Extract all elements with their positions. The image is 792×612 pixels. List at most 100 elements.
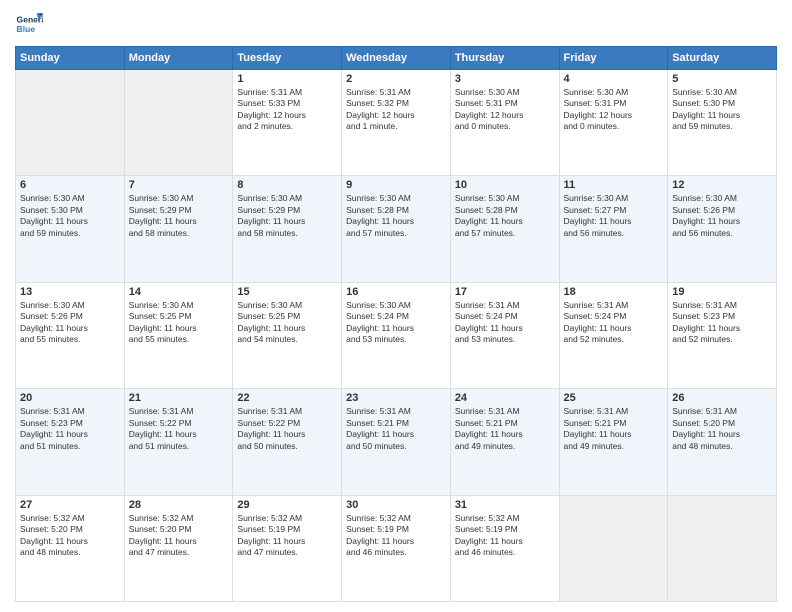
day-number: 18 <box>564 286 664 298</box>
day-number: 28 <box>129 499 229 511</box>
day-number: 7 <box>129 179 229 191</box>
day-number: 27 <box>20 499 120 511</box>
day-number: 1 <box>237 73 337 85</box>
calendar-cell: 23 Sunrise: 5:31 AM Sunset: 5:21 PM Dayli… <box>342 389 451 495</box>
calendar-cell: 22 Sunrise: 5:31 AM Sunset: 5:22 PM Dayli… <box>233 389 342 495</box>
calendar-cell: 9Sunrise: 5:30 AM Sunset: 5:28 PM Daylig… <box>342 176 451 282</box>
calendar-week-row: 6 Sunrise: 5:30 AM Sunset: 5:30 PM Daylig… <box>16 176 777 282</box>
day-number: 8 <box>237 179 337 191</box>
calendar-cell: 19 Sunrise: 5:31 AM Sunset: 5:23 PM Dayli… <box>668 282 777 388</box>
weekday-header-monday: Monday <box>124 47 233 70</box>
day-number: 6 <box>20 179 120 191</box>
cell-details: Sunrise: 5:31 AM Sunset: 5:33 PM Dayligh… <box>237 87 337 133</box>
calendar-cell: 4 Sunrise: 5:30 AM Sunset: 5:31 PM Daylig… <box>559 70 668 176</box>
cell-details: Sunrise: 5:30 AM Sunset: 5:25 PM Dayligh… <box>129 300 229 346</box>
calendar-cell: 24 Sunrise: 5:31 AM Sunset: 5:21 PM Dayli… <box>450 389 559 495</box>
cell-details: Sunrise: 5:30 AM Sunset: 5:26 PM Dayligh… <box>20 300 120 346</box>
calendar-cell <box>668 495 777 601</box>
cell-details: Sunrise: 5:32 AM Sunset: 5:20 PM Dayligh… <box>129 513 229 559</box>
day-number: 12 <box>672 179 772 191</box>
cell-details: Sunrise: 5:30 AM Sunset: 5:26 PM Dayligh… <box>672 193 772 239</box>
calendar-cell: 11Sunrise: 5:30 AM Sunset: 5:27 PM Dayli… <box>559 176 668 282</box>
cell-details: Sunrise: 5:30 AM Sunset: 5:25 PM Dayligh… <box>237 300 337 346</box>
weekday-header-tuesday: Tuesday <box>233 47 342 70</box>
cell-details: Sunrise: 5:31 AM Sunset: 5:32 PM Dayligh… <box>346 87 446 133</box>
day-number: 22 <box>237 392 337 404</box>
cell-details: Sunrise: 5:30 AM Sunset: 5:31 PM Dayligh… <box>564 87 664 133</box>
calendar-cell: 17 Sunrise: 5:31 AM Sunset: 5:24 PM Dayli… <box>450 282 559 388</box>
cell-details: Sunrise: 5:31 AM Sunset: 5:24 PM Dayligh… <box>455 300 555 346</box>
calendar-cell: 16 Sunrise: 5:30 AM Sunset: 5:24 PM Dayli… <box>342 282 451 388</box>
calendar-cell: 31 Sunrise: 5:32 AM Sunset: 5:19 PM Dayli… <box>450 495 559 601</box>
calendar-week-row: 27 Sunrise: 5:32 AM Sunset: 5:20 PM Dayli… <box>16 495 777 601</box>
weekday-header-row: SundayMondayTuesdayWednesdayThursdayFrid… <box>16 47 777 70</box>
cell-details: Sunrise: 5:32 AM Sunset: 5:19 PM Dayligh… <box>237 513 337 559</box>
day-number: 9 <box>346 179 446 191</box>
logo: General Blue <box>15 10 47 38</box>
calendar-cell: 6 Sunrise: 5:30 AM Sunset: 5:30 PM Daylig… <box>16 176 125 282</box>
day-number: 31 <box>455 499 555 511</box>
calendar-cell: 30 Sunrise: 5:32 AM Sunset: 5:19 PM Dayli… <box>342 495 451 601</box>
day-number: 23 <box>346 392 446 404</box>
day-number: 20 <box>20 392 120 404</box>
calendar-cell: 10Sunrise: 5:30 AM Sunset: 5:28 PM Dayli… <box>450 176 559 282</box>
day-number: 19 <box>672 286 772 298</box>
calendar-cell: 8 Sunrise: 5:30 AM Sunset: 5:29 PM Daylig… <box>233 176 342 282</box>
calendar-cell: 2 Sunrise: 5:31 AM Sunset: 5:32 PM Daylig… <box>342 70 451 176</box>
cell-details: Sunrise: 5:31 AM Sunset: 5:22 PM Dayligh… <box>237 406 337 452</box>
calendar-cell: 5 Sunrise: 5:30 AM Sunset: 5:30 PM Daylig… <box>668 70 777 176</box>
calendar-cell: 28 Sunrise: 5:32 AM Sunset: 5:20 PM Dayli… <box>124 495 233 601</box>
day-number: 3 <box>455 73 555 85</box>
day-number: 24 <box>455 392 555 404</box>
cell-details: Sunrise: 5:31 AM Sunset: 5:24 PM Dayligh… <box>564 300 664 346</box>
cell-details: Sunrise: 5:30 AM Sunset: 5:29 PM Dayligh… <box>129 193 229 239</box>
cell-details: Sunrise: 5:30 AM Sunset: 5:30 PM Dayligh… <box>672 87 772 133</box>
cell-details: Sunrise: 5:31 AM Sunset: 5:21 PM Dayligh… <box>346 406 446 452</box>
weekday-header-saturday: Saturday <box>668 47 777 70</box>
day-number: 25 <box>564 392 664 404</box>
day-number: 15 <box>237 286 337 298</box>
cell-details: Sunrise: 5:30 AM Sunset: 5:31 PM Dayligh… <box>455 87 555 133</box>
calendar-cell: 3 Sunrise: 5:30 AM Sunset: 5:31 PM Daylig… <box>450 70 559 176</box>
day-number: 30 <box>346 499 446 511</box>
day-number: 26 <box>672 392 772 404</box>
calendar-cell: 26Sunrise: 5:31 AM Sunset: 5:20 PM Dayli… <box>668 389 777 495</box>
cell-details: Sunrise: 5:32 AM Sunset: 5:19 PM Dayligh… <box>346 513 446 559</box>
calendar-cell: 18 Sunrise: 5:31 AM Sunset: 5:24 PM Dayli… <box>559 282 668 388</box>
calendar-cell: 29Sunrise: 5:32 AM Sunset: 5:19 PM Dayli… <box>233 495 342 601</box>
cell-details: Sunrise: 5:30 AM Sunset: 5:24 PM Dayligh… <box>346 300 446 346</box>
calendar-cell: 20 Sunrise: 5:31 AM Sunset: 5:23 PM Dayli… <box>16 389 125 495</box>
svg-text:Blue: Blue <box>17 24 36 34</box>
header: General Blue <box>15 10 777 38</box>
calendar-cell: 13 Sunrise: 5:30 AM Sunset: 5:26 PM Dayli… <box>16 282 125 388</box>
day-number: 21 <box>129 392 229 404</box>
day-number: 4 <box>564 73 664 85</box>
day-number: 5 <box>672 73 772 85</box>
calendar-cell <box>559 495 668 601</box>
cell-details: Sunrise: 5:31 AM Sunset: 5:22 PM Dayligh… <box>129 406 229 452</box>
calendar-cell: 12 Sunrise: 5:30 AM Sunset: 5:26 PM Dayli… <box>668 176 777 282</box>
day-number: 17 <box>455 286 555 298</box>
calendar-cell <box>124 70 233 176</box>
cell-details: Sunrise: 5:30 AM Sunset: 5:30 PM Dayligh… <box>20 193 120 239</box>
calendar-week-row: 1 Sunrise: 5:31 AM Sunset: 5:33 PM Daylig… <box>16 70 777 176</box>
weekday-header-wednesday: Wednesday <box>342 47 451 70</box>
cell-details: Sunrise: 5:31 AM Sunset: 5:23 PM Dayligh… <box>20 406 120 452</box>
calendar-table: SundayMondayTuesdayWednesdayThursdayFrid… <box>15 46 777 602</box>
cell-details: Sunrise: 5:31 AM Sunset: 5:21 PM Dayligh… <box>455 406 555 452</box>
calendar-cell: 14 Sunrise: 5:30 AM Sunset: 5:25 PM Dayli… <box>124 282 233 388</box>
day-number: 2 <box>346 73 446 85</box>
cell-details: Sunrise: 5:30 AM Sunset: 5:27 PM Dayligh… <box>564 193 664 239</box>
cell-details: Sunrise: 5:31 AM Sunset: 5:23 PM Dayligh… <box>672 300 772 346</box>
cell-details: Sunrise: 5:32 AM Sunset: 5:19 PM Dayligh… <box>455 513 555 559</box>
calendar-week-row: 20 Sunrise: 5:31 AM Sunset: 5:23 PM Dayli… <box>16 389 777 495</box>
day-number: 14 <box>129 286 229 298</box>
day-number: 16 <box>346 286 446 298</box>
cell-details: Sunrise: 5:30 AM Sunset: 5:29 PM Dayligh… <box>237 193 337 239</box>
day-number: 13 <box>20 286 120 298</box>
calendar-cell <box>16 70 125 176</box>
calendar-cell: 21 Sunrise: 5:31 AM Sunset: 5:22 PM Dayli… <box>124 389 233 495</box>
day-number: 10 <box>455 179 555 191</box>
calendar-cell: 1 Sunrise: 5:31 AM Sunset: 5:33 PM Daylig… <box>233 70 342 176</box>
cell-details: Sunrise: 5:32 AM Sunset: 5:20 PM Dayligh… <box>20 513 120 559</box>
